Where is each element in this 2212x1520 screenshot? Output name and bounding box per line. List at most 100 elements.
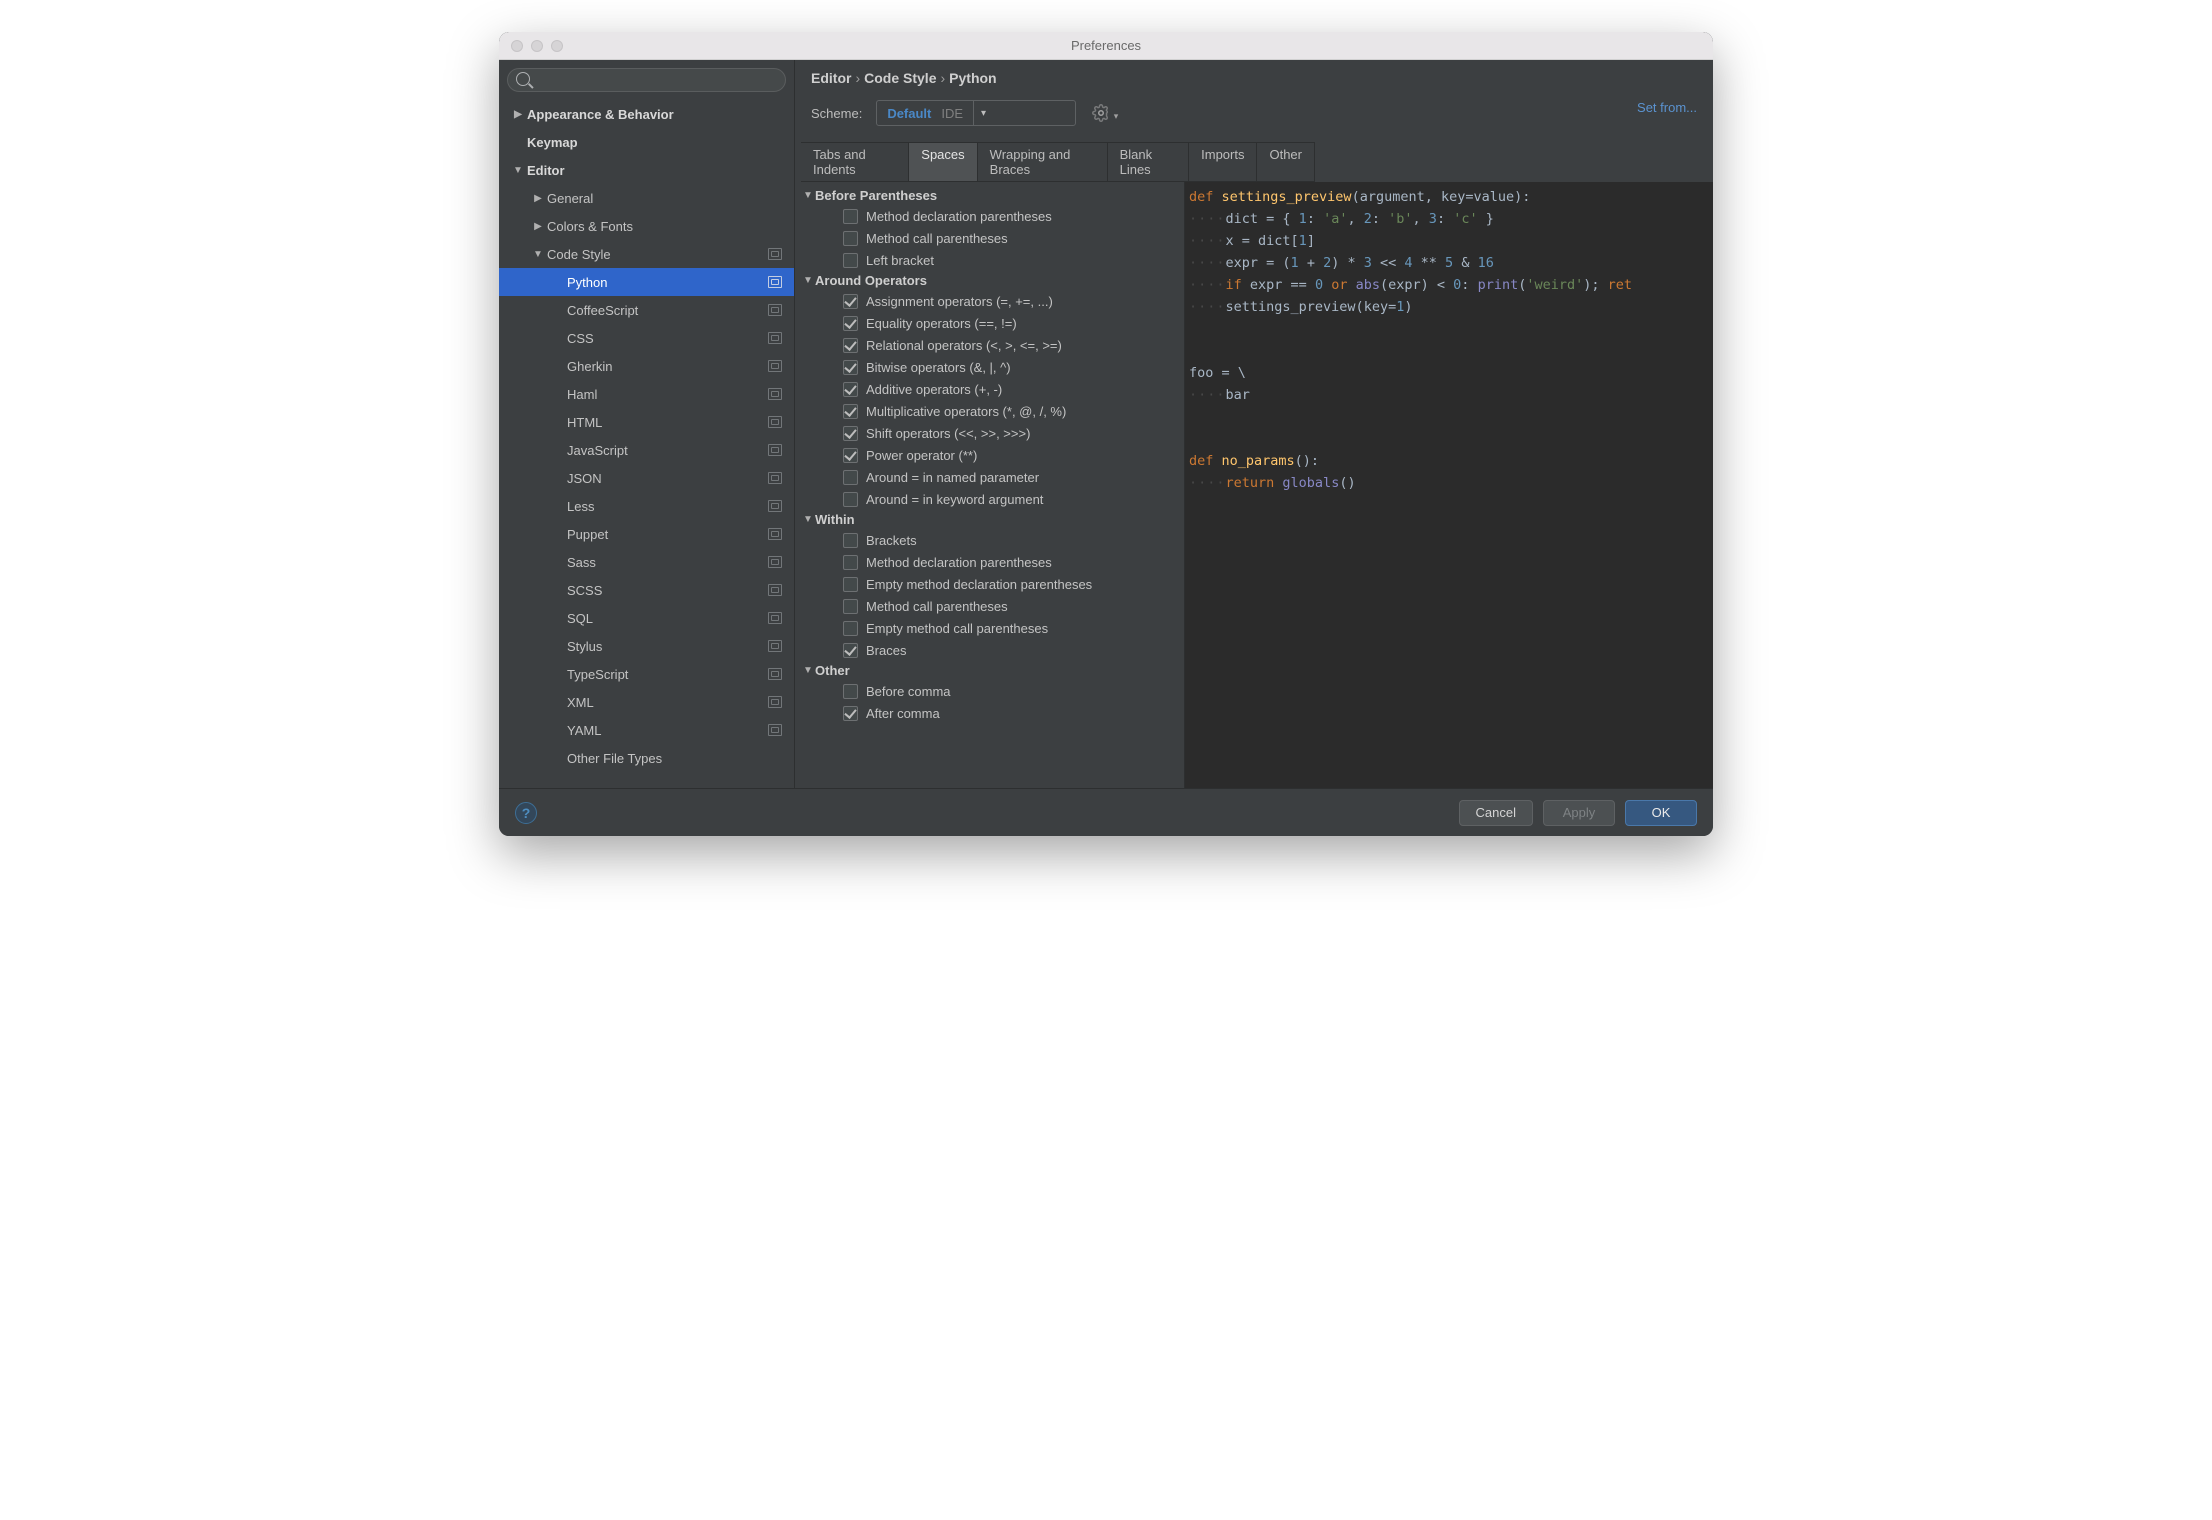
chevron-down-icon: ▼	[801, 190, 815, 201]
sidebar-item-appearance-behavior[interactable]: ▶Appearance & Behavior	[499, 100, 794, 128]
tab-other[interactable]: Other	[1257, 143, 1315, 181]
sidebar-item-json[interactable]: JSON	[499, 464, 794, 492]
ok-button[interactable]: OK	[1625, 800, 1697, 826]
checkbox[interactable]	[843, 209, 858, 224]
option-row[interactable]: Power operator (**)	[795, 444, 1184, 466]
option-row[interactable]: Empty method call parentheses	[795, 617, 1184, 639]
sidebar-item-html[interactable]: HTML	[499, 408, 794, 436]
sidebar-item-xml[interactable]: XML	[499, 688, 794, 716]
option-row[interactable]: Brackets	[795, 529, 1184, 551]
option-row[interactable]: Method call parentheses	[795, 595, 1184, 617]
option-label: Power operator (**)	[866, 448, 977, 463]
code-line: ····return globals()	[1189, 472, 1713, 494]
settings-tree[interactable]: ▶Appearance & BehaviorKeymap▼Editor▶Gene…	[499, 100, 794, 788]
cancel-button[interactable]: Cancel	[1459, 800, 1533, 826]
sidebar-item-python[interactable]: Python	[499, 268, 794, 296]
checkbox[interactable]	[843, 231, 858, 246]
sidebar-item-less[interactable]: Less	[499, 492, 794, 520]
gear-icon[interactable]: ▾	[1090, 102, 1112, 124]
checkbox[interactable]	[843, 316, 858, 331]
set-from-link[interactable]: Set from...	[1637, 100, 1697, 115]
option-row[interactable]: Multiplicative operators (*, @, /, %)	[795, 400, 1184, 422]
sidebar-item-typescript[interactable]: TypeScript	[499, 660, 794, 688]
close-icon[interactable]	[511, 40, 523, 52]
option-row[interactable]: Method declaration parentheses	[795, 551, 1184, 573]
scheme-copy-icon	[768, 724, 782, 736]
code-line	[1189, 340, 1713, 362]
option-row[interactable]: Equality operators (==, !=)	[795, 312, 1184, 334]
chevron-right-icon: ▶	[529, 221, 547, 232]
sidebar-item-puppet[interactable]: Puppet	[499, 520, 794, 548]
option-group-header[interactable]: ▼Other	[795, 661, 1184, 680]
sidebar-item-stylus[interactable]: Stylus	[499, 632, 794, 660]
search-input[interactable]	[507, 68, 786, 92]
option-row[interactable]: Around = in named parameter	[795, 466, 1184, 488]
checkbox[interactable]	[843, 684, 858, 699]
checkbox[interactable]	[843, 621, 858, 636]
checkbox[interactable]	[843, 599, 858, 614]
help-icon[interactable]: ?	[515, 802, 537, 824]
options-panel[interactable]: ▼Before ParenthesesMethod declaration pa…	[795, 182, 1185, 788]
tab-tabs-and-indents[interactable]: Tabs and Indents	[801, 143, 909, 181]
sidebar-item-label: JavaScript	[567, 443, 628, 458]
sidebar-item-coffeescript[interactable]: CoffeeScript	[499, 296, 794, 324]
option-row[interactable]: Shift operators (<<, >>, >>>)	[795, 422, 1184, 444]
option-row[interactable]: Before comma	[795, 680, 1184, 702]
sidebar-item-other-file-types[interactable]: Other File Types	[499, 744, 794, 772]
checkbox[interactable]	[843, 338, 858, 353]
sidebar-item-css[interactable]: CSS	[499, 324, 794, 352]
checkbox[interactable]	[843, 555, 858, 570]
checkbox[interactable]	[843, 404, 858, 419]
sidebar-item-general[interactable]: ▶General	[499, 184, 794, 212]
tab-spaces[interactable]: Spaces	[909, 143, 977, 181]
option-row[interactable]: Empty method declaration parentheses	[795, 573, 1184, 595]
checkbox[interactable]	[843, 577, 858, 592]
tab-imports[interactable]: Imports	[1189, 143, 1257, 181]
scheme-select[interactable]: Default IDE ▾	[876, 100, 1076, 126]
checkbox[interactable]	[843, 706, 858, 721]
code-line: ····dict = { 1: 'a', 2: 'b', 3: 'c' }	[1189, 208, 1713, 230]
sidebar-item-sass[interactable]: Sass	[499, 548, 794, 576]
checkbox[interactable]	[843, 382, 858, 397]
option-row[interactable]: Method call parentheses	[795, 227, 1184, 249]
option-row[interactable]: Additive operators (+, -)	[795, 378, 1184, 400]
option-row[interactable]: Relational operators (<, >, <=, >=)	[795, 334, 1184, 356]
option-row[interactable]: Around = in keyword argument	[795, 488, 1184, 510]
option-row[interactable]: Braces	[795, 639, 1184, 661]
checkbox[interactable]	[843, 533, 858, 548]
option-group-header[interactable]: ▼Around Operators	[795, 271, 1184, 290]
option-row[interactable]: Bitwise operators (&, |, ^)	[795, 356, 1184, 378]
option-label: After comma	[866, 706, 940, 721]
sidebar-item-haml[interactable]: Haml	[499, 380, 794, 408]
checkbox[interactable]	[843, 470, 858, 485]
checkbox[interactable]	[843, 492, 858, 507]
checkbox[interactable]	[843, 448, 858, 463]
sidebar-item-keymap[interactable]: Keymap	[499, 128, 794, 156]
checkbox[interactable]	[843, 360, 858, 375]
checkbox[interactable]	[843, 426, 858, 441]
sidebar-item-editor[interactable]: ▼Editor	[499, 156, 794, 184]
option-group-header[interactable]: ▼Within	[795, 510, 1184, 529]
tab-wrapping-and-braces[interactable]: Wrapping and Braces	[978, 143, 1108, 181]
option-group-header[interactable]: ▼Before Parentheses	[795, 186, 1184, 205]
option-label: Additive operators (+, -)	[866, 382, 1002, 397]
sidebar-item-javascript[interactable]: JavaScript	[499, 436, 794, 464]
checkbox[interactable]	[843, 294, 858, 309]
tab-blank-lines[interactable]: Blank Lines	[1108, 143, 1190, 181]
apply-button[interactable]: Apply	[1543, 800, 1615, 826]
option-row[interactable]: Assignment operators (=, +=, ...)	[795, 290, 1184, 312]
sidebar-item-scss[interactable]: SCSS	[499, 576, 794, 604]
option-row[interactable]: Left bracket	[795, 249, 1184, 271]
option-row[interactable]: After comma	[795, 702, 1184, 724]
sidebar-item-code-style[interactable]: ▼Code Style	[499, 240, 794, 268]
sidebar-item-gherkin[interactable]: Gherkin	[499, 352, 794, 380]
option-row[interactable]: Method declaration parentheses	[795, 205, 1184, 227]
checkbox[interactable]	[843, 643, 858, 658]
checkbox[interactable]	[843, 253, 858, 268]
sidebar-item-sql[interactable]: SQL	[499, 604, 794, 632]
sidebar-item-label: SCSS	[567, 583, 602, 598]
sidebar-item-colors-fonts[interactable]: ▶Colors & Fonts	[499, 212, 794, 240]
zoom-icon[interactable]	[551, 40, 563, 52]
minimize-icon[interactable]	[531, 40, 543, 52]
sidebar-item-yaml[interactable]: YAML	[499, 716, 794, 744]
